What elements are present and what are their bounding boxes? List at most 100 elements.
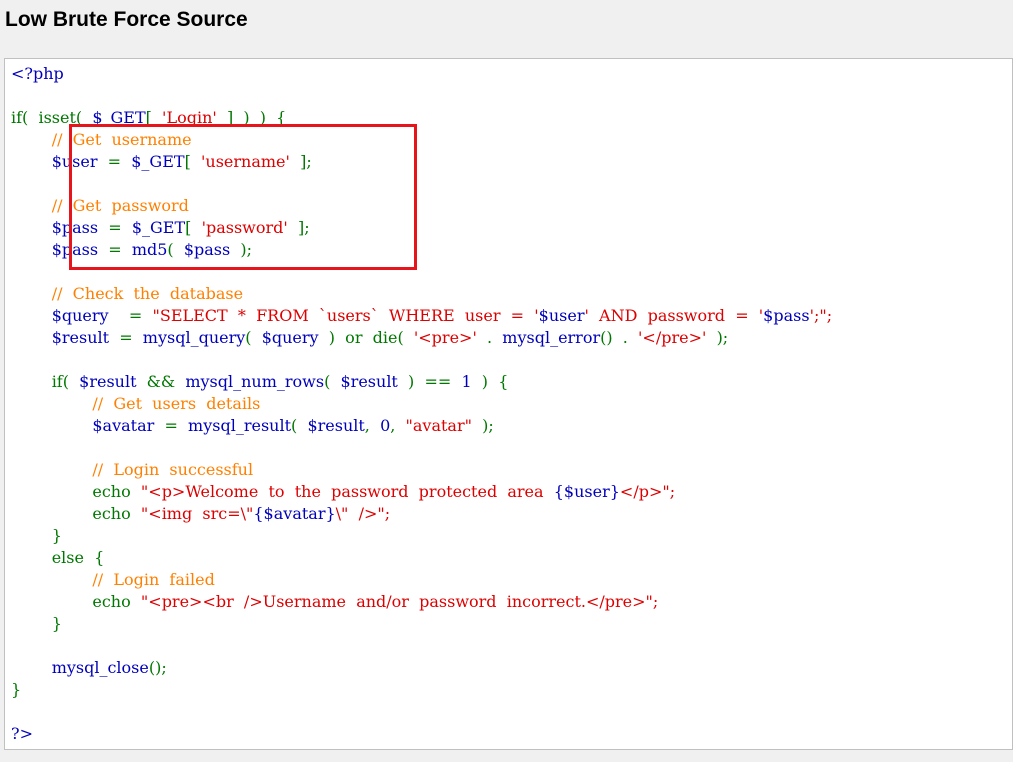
code-token: =: [108, 306, 153, 325]
code-token: $query: [261, 328, 319, 347]
code-line: // Login successful: [11, 459, 832, 481]
code-token: else {: [51, 548, 105, 567]
code-token: $avatar: [92, 416, 155, 435]
code-token: '</pre>': [638, 328, 707, 347]
code-token: "<p>Welcome to the password protected ar…: [140, 482, 554, 501]
code-token: =: [109, 328, 143, 347]
code-token: ();: [148, 658, 167, 677]
code-line: // Check the database: [11, 283, 832, 305]
code-token: ';";: [809, 306, 833, 325]
code-token: (: [324, 372, 341, 391]
code-token: 0: [380, 416, 391, 435]
code-token: </p>";: [619, 482, 676, 501]
code-token: // Check the database: [51, 284, 244, 303]
code-token: $pass: [763, 306, 810, 325]
code-token: 1: [461, 372, 472, 391]
code-token: ,: [364, 416, 381, 435]
code-token: "SELECT * FROM `users` WHERE user = ': [152, 306, 539, 325]
code-token: () .: [600, 328, 639, 347]
code-token: $result: [51, 328, 110, 347]
code-token: (: [291, 416, 308, 435]
code-token: mysql_result: [188, 416, 292, 435]
highlight-annotation-box: [69, 124, 417, 270]
code-token: mysql_error: [502, 328, 601, 347]
code-line: // Get users details: [11, 393, 832, 415]
code-token: ) {: [471, 372, 509, 391]
code-token: );: [471, 416, 494, 435]
code-token: mysql_query: [142, 328, 246, 347]
code-line: // Login failed: [11, 569, 832, 591]
code-line: }: [11, 525, 832, 547]
code-token: '<pre>': [413, 328, 477, 347]
code-token: "avatar": [405, 416, 472, 435]
code-token: echo: [92, 592, 141, 611]
code-line: ?>: [11, 723, 832, 745]
code-token: if(: [51, 372, 80, 391]
code-token: "<img src=\": [140, 504, 254, 523]
code-token: // Login failed: [92, 570, 215, 589]
code-token: =: [154, 416, 189, 435]
code-token: );: [706, 328, 729, 347]
code-line: $result = mysql_query( $query ) or die( …: [11, 327, 832, 349]
code-token: $result: [79, 372, 137, 391]
code-token: \" />";: [335, 504, 391, 523]
code-token: "<pre><br />Username and/or password inc…: [140, 592, 659, 611]
code-token: // Login successful: [92, 460, 254, 479]
code-token: $result: [340, 372, 398, 391]
code-line: if( $result && mysql_num_rows( $result )…: [11, 371, 832, 393]
code-token: }: [51, 614, 62, 633]
code-line: echo "<pre><br />Username and/or passwor…: [11, 591, 832, 613]
page-title: Low Brute Force Source: [5, 8, 248, 31]
code-token: // Get users details: [92, 394, 261, 413]
code-token: }: [51, 526, 62, 545]
code-line: echo "<p>Welcome to the password protect…: [11, 481, 832, 503]
code-token: ,: [390, 416, 406, 435]
code-line: mysql_close();: [11, 657, 832, 679]
code-token: mysql_num_rows: [185, 372, 325, 391]
code-line: else {: [11, 547, 832, 569]
code-token: echo: [92, 482, 141, 501]
code-token: {$user}: [553, 482, 620, 501]
code-token: ?>: [11, 724, 33, 743]
code-token: .: [476, 328, 503, 347]
code-token: echo: [92, 504, 141, 523]
code-token: ) ==: [397, 372, 462, 391]
code-token: $query: [51, 306, 109, 325]
code-line: $query = "SELECT * FROM `users` WHERE us…: [11, 305, 832, 327]
code-token: $user: [538, 306, 585, 325]
code-token: ' AND password = ': [584, 306, 764, 325]
code-token: mysql_close: [51, 658, 149, 677]
code-token: $result: [307, 416, 365, 435]
code-token: }: [11, 680, 22, 699]
code-token: ) or die(: [318, 328, 414, 347]
code-token: &&: [136, 372, 186, 391]
code-token: (: [245, 328, 262, 347]
code-token: <?php: [11, 64, 64, 83]
code-line: }: [11, 679, 832, 701]
code-line: $avatar = mysql_result( $result, 0, "ava…: [11, 415, 832, 437]
